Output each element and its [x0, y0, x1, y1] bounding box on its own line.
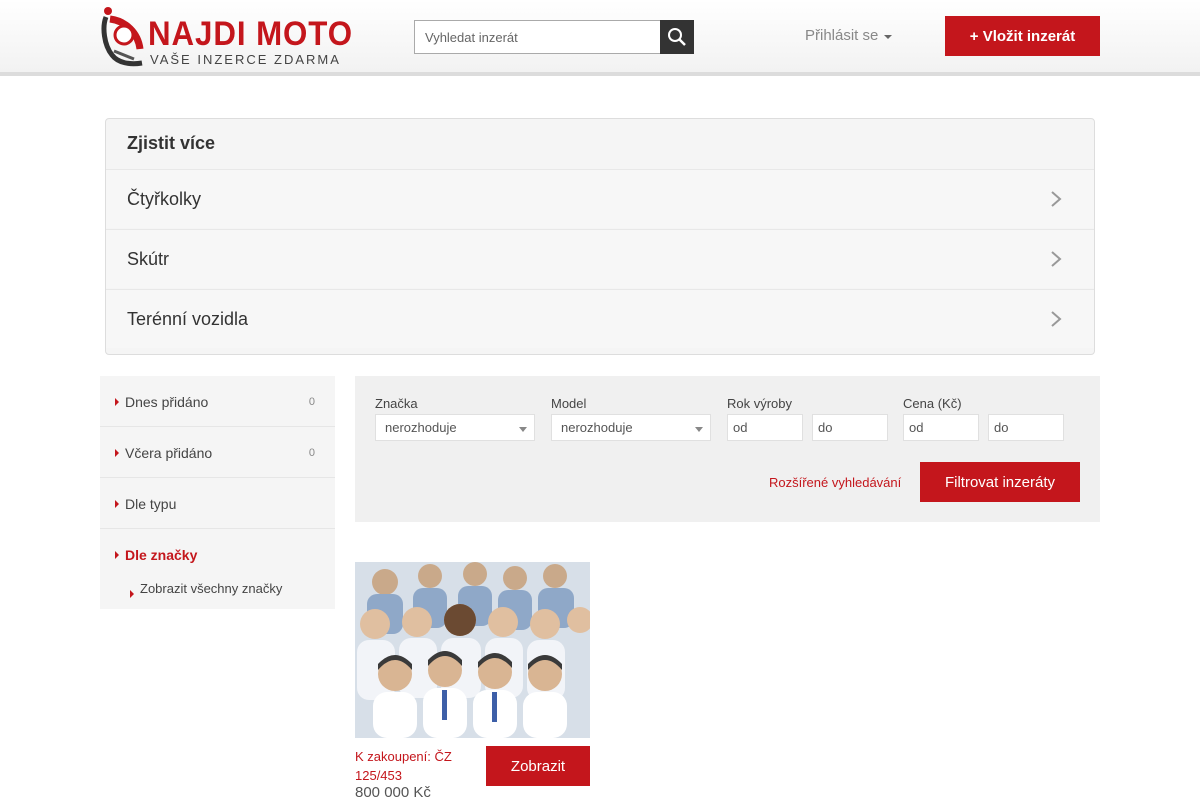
more-categories-panel: Zjistit více Čtyřkolky Skútr Terénní voz…: [105, 118, 1095, 355]
category-label: Skútr: [127, 248, 170, 269]
search-input[interactable]: [414, 20, 660, 54]
advanced-search-link[interactable]: Rozšířené vyhledávání: [769, 475, 901, 490]
motorcycle-rider-icon: [101, 7, 144, 67]
listing-image[interactable]: [355, 562, 590, 738]
sidebar-item-label: Dnes přidáno: [125, 394, 209, 410]
category-item-skutr[interactable]: Skútr: [106, 229, 1094, 288]
login-dropdown[interactable]: Přihlásit se: [805, 27, 893, 44]
sidebar-item-count: 0: [308, 396, 315, 408]
bullet-arrow-icon: [115, 551, 119, 559]
chevron-right-icon: [1051, 311, 1062, 327]
bullet-arrow-icon: [115, 398, 119, 406]
filter-panel: Značka nerozhoduje Model nerozhoduje Rok…: [355, 376, 1100, 522]
search-button[interactable]: [660, 20, 694, 54]
sidebar-item-today[interactable]: Dnes přidáno 0: [100, 376, 335, 427]
brand-label: Značka: [375, 396, 418, 411]
price-from-input[interactable]: [903, 414, 979, 441]
chevron-right-icon: [1051, 191, 1062, 207]
site-header: NAJDI MOTO VAŠE INZERCE ZDARMA Přihlásit…: [0, 0, 1200, 76]
model-select[interactable]: nerozhoduje: [551, 414, 711, 441]
price-to-input[interactable]: [988, 414, 1064, 441]
category-label: Terénní vozidla: [127, 308, 249, 329]
listing-card: K zakoupení: ČZ 125/453 800 000 Kč Zobra…: [355, 562, 590, 801]
filter-submit-button[interactable]: Filtrovat inzeráty: [920, 462, 1080, 502]
show-listing-button[interactable]: Zobrazit: [486, 746, 590, 786]
bullet-arrow-icon: [115, 500, 119, 508]
listing-photo: [355, 562, 590, 738]
listing-title[interactable]: K zakoupení: ČZ 125/453: [355, 747, 475, 785]
logo-title: NAJDI MOTO: [148, 15, 354, 53]
price-label: Cena (Kč): [903, 396, 962, 411]
sidebar-item-by-type[interactable]: Dle typu: [100, 478, 335, 529]
sidebar-item-count: 0: [308, 447, 315, 459]
model-select-value: nerozhoduje: [561, 420, 633, 435]
year-label: Rok výroby: [727, 396, 793, 411]
year-to-input[interactable]: [812, 414, 888, 441]
sidebar-item-by-brand[interactable]: Dle značky Zobrazit všechny značky: [100, 529, 335, 609]
sidebar-item-label: Dle značky: [125, 547, 198, 563]
chevron-right-icon: [1051, 251, 1062, 267]
category-item-ctyrkolky[interactable]: Čtyřkolky: [106, 169, 1094, 228]
dropdown-arrow-icon: [519, 427, 527, 432]
sidebar: Dnes přidáno 0 Včera přidáno 0 Dle typu …: [100, 376, 335, 609]
sidebar-item-label: Včera přidáno: [125, 445, 213, 461]
more-categories-title: Zjistit více: [127, 133, 216, 153]
brand-select[interactable]: nerozhoduje: [375, 414, 535, 441]
bullet-arrow-icon: [115, 449, 119, 457]
year-from-input[interactable]: [727, 414, 803, 441]
category-item-terenni-vozidla[interactable]: Terénní vozidla: [106, 289, 1094, 348]
bullet-arrow-icon: [130, 590, 134, 598]
listing-price: 800 000 Kč: [355, 784, 431, 801]
logo-subtitle: VAŠE INZERCE ZDARMA: [150, 52, 341, 67]
sidebar-item-label: Dle typu: [125, 496, 177, 512]
caret-down-icon: [884, 34, 893, 39]
model-label: Model: [551, 396, 587, 411]
category-label: Čtyřkolky: [127, 188, 202, 209]
sidebar-item-yesterday[interactable]: Včera přidáno 0: [100, 427, 335, 478]
show-all-brands-link[interactable]: Zobrazit všechny značky: [140, 581, 282, 596]
dropdown-arrow-icon: [695, 427, 703, 432]
brand-select-value: nerozhoduje: [385, 420, 457, 435]
add-listing-button[interactable]: + Vložit inzerát: [945, 16, 1100, 56]
search-icon: [668, 28, 686, 46]
login-label: Přihlásit se: [805, 27, 879, 44]
site-logo[interactable]: NAJDI MOTO VAŠE INZERCE ZDARMA: [100, 5, 366, 69]
